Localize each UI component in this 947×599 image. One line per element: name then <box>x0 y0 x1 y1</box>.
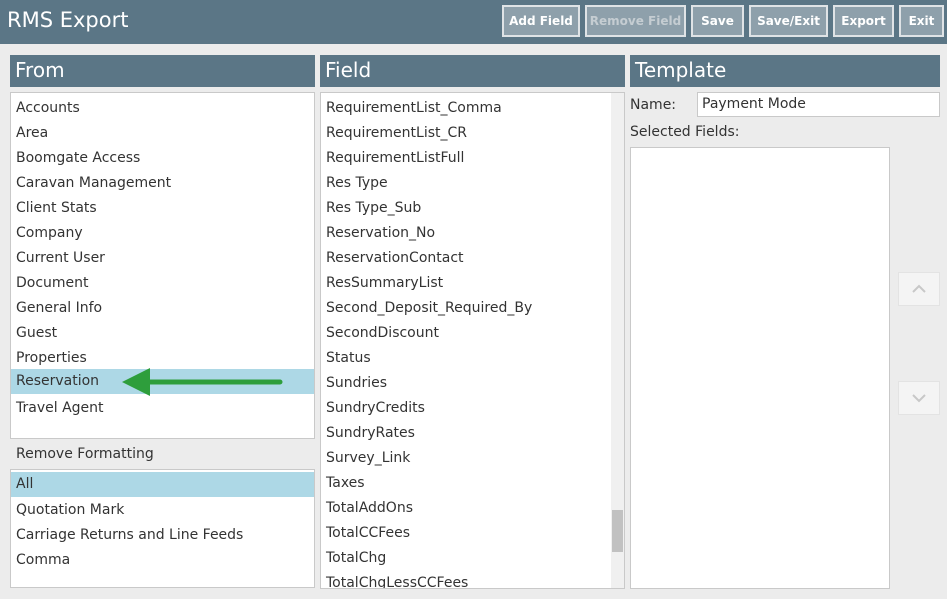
selected-fields-list[interactable] <box>630 147 890 589</box>
field-item[interactable]: TotalChg <box>321 546 611 571</box>
chevron-up-icon <box>912 284 926 293</box>
field-item[interactable]: SecondDiscount <box>321 321 611 346</box>
field-item[interactable]: ResSummaryList <box>321 271 611 296</box>
template-name-input[interactable]: Payment Mode <box>697 92 940 117</box>
field-panel-header: Field <box>320 55 625 87</box>
remove-formatting-list[interactable]: All Quotation Mark Carriage Returns and … <box>10 469 315 588</box>
format-item-all[interactable]: All <box>11 472 314 497</box>
format-item-comma[interactable]: Comma <box>11 548 314 573</box>
field-item[interactable]: Status <box>321 346 611 371</box>
field-item[interactable]: RequirementListFull <box>321 146 611 171</box>
from-item-current-user[interactable]: Current User <box>11 246 314 271</box>
from-item-client-stats[interactable]: Client Stats <box>11 196 314 221</box>
field-list[interactable]: RequirementList_Comma RequirementList_CR… <box>320 92 625 589</box>
field-item[interactable]: RequirementList_CR <box>321 121 611 146</box>
remove-field-button[interactable]: Remove Field <box>585 5 686 37</box>
app-title: RMS Export <box>7 8 129 32</box>
arrow-left-icon <box>122 368 283 396</box>
field-item[interactable]: RequirementList_Comma <box>321 96 611 121</box>
move-down-button[interactable] <box>898 381 940 415</box>
from-item-caravan-management[interactable]: Caravan Management <box>11 171 314 196</box>
field-item[interactable]: ReservationContact <box>321 246 611 271</box>
field-item[interactable]: Sundries <box>321 371 611 396</box>
from-panel-header: From <box>10 55 315 87</box>
field-item[interactable]: SundryRates <box>321 421 611 446</box>
add-field-button[interactable]: Add Field <box>502 5 580 37</box>
template-panel-header: Template <box>630 55 940 87</box>
chevron-down-icon <box>912 394 926 403</box>
from-item-accounts[interactable]: Accounts <box>11 96 314 121</box>
from-item-company[interactable]: Company <box>11 221 314 246</box>
format-item-quotation-mark[interactable]: Quotation Mark <box>11 498 314 523</box>
from-item-travel-agent[interactable]: Travel Agent <box>11 396 314 421</box>
field-item[interactable]: Taxes <box>321 471 611 496</box>
field-item[interactable]: Reservation_No <box>321 221 611 246</box>
from-item-boomgate-access[interactable]: Boomgate Access <box>11 146 314 171</box>
save-button[interactable]: Save <box>691 5 744 37</box>
format-item-carriage-returns[interactable]: Carriage Returns and Line Feeds <box>11 523 314 548</box>
from-item-area[interactable]: Area <box>11 121 314 146</box>
from-item-general-info[interactable]: General Info <box>11 296 314 321</box>
exit-button[interactable]: Exit <box>899 5 944 37</box>
field-item[interactable]: TotalChgLessCCFees <box>321 571 611 588</box>
field-item[interactable]: TotalAddOns <box>321 496 611 521</box>
field-item[interactable]: Second_Deposit_Required_By <box>321 296 611 321</box>
top-bar: RMS Export Add Field Remove Field Save S… <box>0 0 947 44</box>
field-list-scrollbar[interactable] <box>611 93 624 588</box>
field-item[interactable]: SundryCredits <box>321 396 611 421</box>
name-label: Name: <box>630 97 677 113</box>
save-exit-button[interactable]: Save/Exit <box>749 5 828 37</box>
selected-fields-label: Selected Fields: <box>630 124 740 140</box>
field-item[interactable]: Res Type <box>321 171 611 196</box>
move-up-button[interactable] <box>898 272 940 306</box>
field-item[interactable]: TotalCCFees <box>321 521 611 546</box>
export-button[interactable]: Export <box>833 5 894 37</box>
from-item-document[interactable]: Document <box>11 271 314 296</box>
field-item[interactable]: Res Type_Sub <box>321 196 611 221</box>
remove-formatting-label: Remove Formatting <box>16 446 154 462</box>
field-item[interactable]: Survey_Link <box>321 446 611 471</box>
from-item-guest[interactable]: Guest <box>11 321 314 346</box>
field-list-scroll-thumb[interactable] <box>612 510 623 552</box>
